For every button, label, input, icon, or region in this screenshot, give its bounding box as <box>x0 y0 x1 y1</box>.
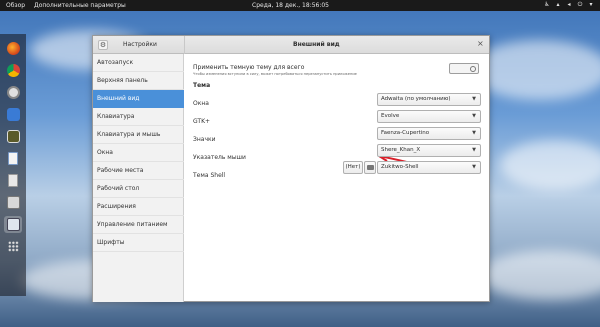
chevron-down-icon: ▼ <box>472 113 476 119</box>
dock-item-apps[interactable] <box>4 238 22 255</box>
gtk-theme-label: GTK+ <box>193 118 211 125</box>
shell-theme-folder-button[interactable] <box>364 161 376 174</box>
cursor-theme-label: Указатель мыши <box>193 154 246 161</box>
dock-item-clock[interactable] <box>4 84 22 101</box>
shell-theme-value: Zukitwo-Shell <box>381 164 419 170</box>
shell-theme-label: Тема Shell <box>193 172 226 179</box>
appearance-panel: Применить темную тему для всего Чтобы из… <box>185 54 490 302</box>
windows-theme-label: Окна <box>193 100 209 107</box>
sidebar-item-extensions[interactable]: Расширения <box>93 198 184 216</box>
messenger-icon <box>6 108 20 121</box>
cursor-theme-select[interactable]: Shere_Khan_X ▼ <box>377 144 481 157</box>
gtk-theme-select[interactable]: Evolve ▼ <box>377 110 481 123</box>
clock-icon <box>6 86 20 99</box>
dock-item-notes[interactable] <box>4 172 22 189</box>
sidebar-item-fonts[interactable]: Шрифты <box>93 234 184 252</box>
sidebar-item-desktop[interactable]: Рабочий стол <box>93 180 184 198</box>
global-dark-theme-label: Применить темную тему для всего <box>193 64 305 71</box>
windows-theme-value: Adwaita (по умолчанию) <box>381 96 451 102</box>
icons-theme-select[interactable]: Faenza-Cupertino ▼ <box>377 127 481 140</box>
icons-theme-label: Значки <box>193 136 216 143</box>
sidebar-header-label: Настройки <box>123 41 157 48</box>
sidebar-item-power[interactable]: Управление питанием <box>93 216 184 234</box>
network-icon[interactable]: ▴ <box>555 1 561 8</box>
tweak-tool-window: ⚙ Настройки Внешний вид × Автозапуск Вер… <box>92 35 490 302</box>
windows-theme-select[interactable]: Adwaita (по умолчанию) ▼ <box>377 93 481 106</box>
sidebar-item-top-panel[interactable]: Верхняя панель <box>93 72 184 90</box>
chrome-icon <box>6 64 20 77</box>
sidebar: Автозапуск Верхняя панель Внешний вид Кл… <box>93 54 184 302</box>
dock-item-messenger[interactable] <box>4 106 22 123</box>
dock-item-terminal[interactable] <box>4 128 22 145</box>
system-tray[interactable]: ♿ ▴ ◂ ⏻ ▾ <box>544 1 594 9</box>
sidebar-item-workspaces[interactable]: Рабочие места <box>93 162 184 180</box>
top-bar: Обзор Дополнительные параметры Среда, 18… <box>0 0 600 11</box>
chevron-down-icon: ▼ <box>472 164 476 170</box>
app-menu[interactable]: Дополнительные параметры <box>34 2 126 9</box>
sidebar-item-windows[interactable]: Окна <box>93 144 184 162</box>
sidebar-item-appearance[interactable]: Внешний вид <box>93 90 184 108</box>
cursor-theme-value: Shere_Khan_X <box>381 147 421 153</box>
terminal-icon <box>6 130 20 143</box>
close-icon[interactable]: × <box>477 39 484 48</box>
sidebar-item-autostart[interactable]: Автозапуск <box>93 54 184 72</box>
theme-section-title: Тема <box>193 82 211 89</box>
clock[interactable]: Среда, 18 дек., 18:56:05 <box>252 2 329 9</box>
dock-item-settings[interactable] <box>4 216 22 233</box>
notes-icon <box>8 174 18 187</box>
sidebar-item-keyboard[interactable]: Клавиатура <box>93 108 184 126</box>
gear-icon[interactable]: ⚙ <box>98 40 108 50</box>
gtk-theme-value: Evolve <box>381 113 400 119</box>
dock-item-files[interactable] <box>4 194 22 211</box>
volume-icon[interactable]: ◂ <box>566 1 572 8</box>
switch-knob <box>470 66 476 72</box>
chevron-down-icon: ▼ <box>472 147 476 153</box>
activities-button[interactable]: Обзор <box>6 2 25 9</box>
global-dark-theme-switch[interactable] <box>449 63 479 74</box>
shell-theme-select[interactable]: Zukitwo-Shell ▼ <box>377 161 481 174</box>
dock-item-firefox[interactable] <box>4 40 22 57</box>
global-dark-theme-note: Чтобы изменения вступили в силу, может п… <box>193 72 357 76</box>
shell-theme-none-button[interactable]: (Нет) <box>343 161 363 174</box>
window-titlebar[interactable]: ⚙ Настройки Внешний вид × <box>93 36 489 54</box>
titlebar-divider <box>184 36 185 54</box>
accessibility-icon[interactable]: ♿ <box>544 1 550 8</box>
icons-theme-value: Faenza-Cupertino <box>381 130 430 136</box>
app-window-icon <box>6 218 20 231</box>
page-title: Внешний вид <box>293 41 340 48</box>
menu-chevron-icon[interactable]: ▾ <box>588 1 594 8</box>
dock-item-document[interactable] <box>4 150 22 167</box>
firefox-icon <box>6 42 20 55</box>
folder-icon <box>367 165 374 170</box>
power-icon[interactable]: ⏻ <box>577 1 583 8</box>
files-icon <box>6 196 20 209</box>
dock-item-chrome[interactable] <box>4 62 22 79</box>
document-icon <box>8 152 18 165</box>
chevron-down-icon: ▼ <box>472 96 476 102</box>
sidebar-item-keyboard-mouse[interactable]: Клавиатура и мышь <box>93 126 184 144</box>
dash-dock <box>0 34 26 296</box>
chevron-down-icon: ▼ <box>472 130 476 136</box>
apps-grid-icon <box>7 241 19 252</box>
